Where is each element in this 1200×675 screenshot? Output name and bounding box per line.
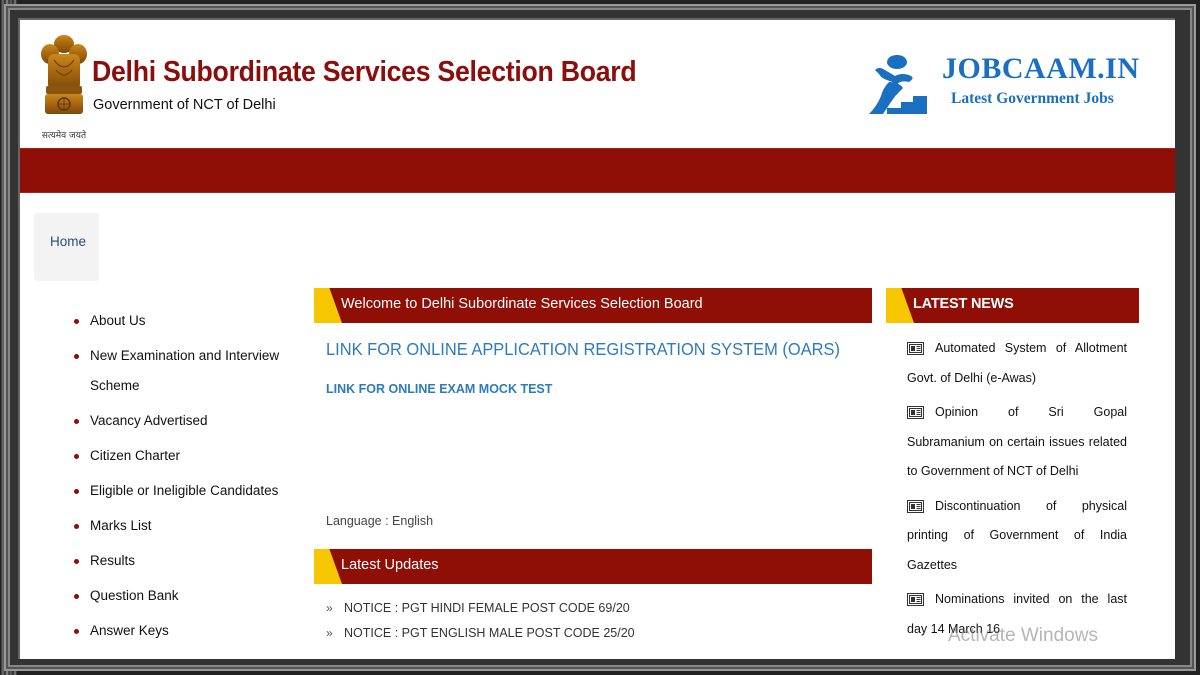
side-navigation: About Us New Examination and Interview S… — [70, 306, 290, 651]
bullet-icon — [74, 558, 79, 564]
activate-windows-watermark: Activate Windows — [948, 625, 1098, 646]
sidebar-item-label: Marks List — [90, 517, 152, 533]
news-list: Automated System of Allotment Govt. of D… — [907, 334, 1127, 649]
state-emblem-logo[interactable]: सत्यमेव जयते — [36, 30, 92, 141]
runner-stairs-icon — [869, 55, 927, 114]
double-chevron-icon: » — [326, 601, 333, 615]
bullet-icon — [74, 523, 79, 529]
bullet-icon — [74, 488, 79, 494]
emblem-motto: सत्यमेव जयते — [41, 131, 87, 141]
language-indicator: Language : English — [326, 514, 434, 528]
ashoka-emblem-icon — [41, 35, 87, 114]
sidebar-item-vacancy-advertised[interactable]: Vacancy Advertised — [70, 406, 290, 436]
sidebar-item-label: About Us — [90, 313, 146, 328]
latest-news-heading: LATEST NEWS — [913, 296, 1014, 312]
news-item[interactable]: Discontinuation of physical printing of … — [907, 492, 1127, 581]
news-text: Automated System of Allotment Govt. of D… — [907, 341, 1127, 385]
home-tab[interactable]: Home — [34, 213, 99, 281]
update-text: NOTICE : PGT HINDI FEMALE POST CODE 69/2… — [344, 601, 630, 615]
news-text: Discontinuation of physical printing of … — [907, 498, 1127, 572]
sidebar-item-marks-list[interactable]: Marks List — [70, 511, 290, 541]
bullet-icon — [74, 354, 79, 359]
sidebar-item-label: Question Bank — [90, 587, 179, 603]
updates-list: » NOTICE : PGT HINDI FEMALE POST CODE 69/… — [326, 596, 635, 646]
web-page: सत्यमेव जयते Delhi Subordinate Services … — [18, 18, 1175, 659]
news-item[interactable]: Automated System of Allotment Govt. of D… — [907, 334, 1127, 393]
news-text: Opinion of Sri Gopal Subramanium on cert… — [907, 405, 1127, 478]
site-title[interactable]: Delhi Subordinate Services Selection Boa… — [92, 56, 637, 89]
mock-test-link[interactable]: LINK FOR ONLINE EXAM MOCK TEST — [326, 382, 552, 396]
newspaper-icon — [907, 499, 924, 513]
sidebar-item-label: Citizen Charter — [90, 447, 181, 463]
sidebar-item-label: Eligible or Ineligible Candidates — [90, 482, 279, 498]
latest-updates-heading: Latest Updates — [341, 557, 439, 573]
site-subtitle: Government of NCT of Delhi — [93, 97, 276, 113]
bullet-icon — [74, 319, 79, 324]
news-item[interactable]: Opinion of Sri Gopal Subramanium on cert… — [907, 398, 1127, 487]
sidebar-item-label: Vacancy Advertised — [90, 412, 208, 428]
sidebar-item-eligible-candidates[interactable]: Eligible or Ineligible Candidates — [70, 476, 290, 506]
sidebar-item-examination-scheme[interactable]: New Examination and Interview Scheme — [70, 341, 290, 400]
sidebar-item-label: Answer Keys — [90, 622, 169, 638]
sidebar-item-label: New Examination and Interview Scheme — [90, 348, 280, 393]
oars-link[interactable]: LINK FOR ONLINE APPLICATION REGISTRATION… — [326, 339, 840, 360]
sidebar-item-answer-keys[interactable]: Answer Keys — [70, 616, 290, 646]
welcome-heading-band: Welcome to Delhi Subordinate Services Se… — [314, 288, 872, 323]
sidebar-item-question-bank[interactable]: Question Bank — [70, 581, 290, 611]
update-item[interactable]: » NOTICE : PGT ENGLISH MALE POST CODE 25/… — [326, 621, 635, 646]
update-item[interactable]: » NOTICE : PGT HINDI FEMALE POST CODE 69/… — [326, 596, 635, 621]
sidebar-item-results[interactable]: Results — [70, 546, 290, 576]
latest-news-band: LATEST NEWS — [886, 288, 1139, 323]
sidebar-item-about-us[interactable]: About Us — [70, 306, 290, 336]
sidebar-item-citizen-charter[interactable]: Citizen Charter — [70, 441, 290, 471]
yellow-accent-wedge — [314, 549, 342, 584]
brand-name: JOBCAAM.IN — [942, 52, 1140, 85]
yellow-accent-wedge — [886, 288, 914, 323]
home-tab-label: Home — [50, 234, 87, 249]
jobcaam-brand[interactable]: JOBCAAM.IN Latest Government Jobs — [865, 48, 1165, 118]
yellow-accent-wedge — [314, 288, 342, 323]
sidebar-item-label: Results — [90, 552, 136, 568]
navigation-bar — [20, 148, 1175, 193]
bullet-icon — [74, 453, 79, 459]
brand-tagline: Latest Government Jobs — [951, 90, 1114, 107]
update-text: NOTICE : PGT ENGLISH MALE POST CODE 25/2… — [344, 626, 635, 640]
newspaper-icon — [907, 593, 924, 606]
welcome-heading: Welcome to Delhi Subordinate Services Se… — [341, 296, 703, 312]
newspaper-icon — [907, 406, 924, 419]
bullet-icon — [74, 593, 79, 599]
newspaper-icon — [907, 342, 924, 355]
double-chevron-icon: » — [326, 626, 333, 640]
bullet-icon — [74, 418, 79, 424]
latest-updates-band: Latest Updates — [314, 549, 872, 584]
bullet-icon — [74, 628, 79, 634]
